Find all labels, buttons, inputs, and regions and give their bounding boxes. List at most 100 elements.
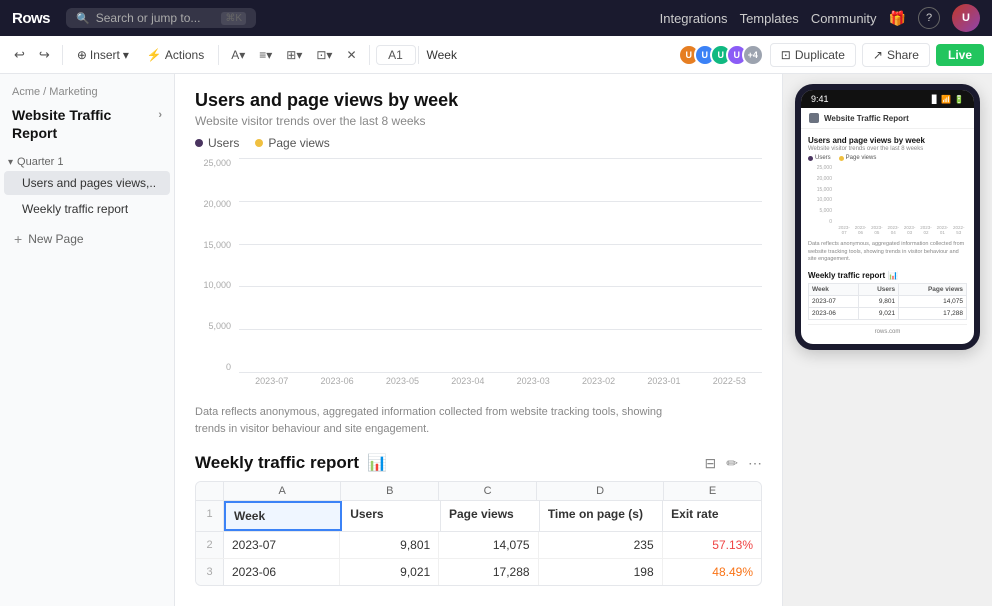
x-label-6: 2023-01 xyxy=(631,376,696,398)
col-c-header[interactable]: C xyxy=(439,482,537,500)
share-label: Share xyxy=(887,48,919,62)
phone-td-users-1: 9,801 xyxy=(858,296,898,308)
nav-link-community[interactable]: Community xyxy=(811,11,877,26)
phone-th-pv: Page views xyxy=(899,284,967,296)
phone-legend-pv-label: Page views xyxy=(846,155,877,161)
cell-3-d[interactable]: 198 xyxy=(539,559,663,585)
y-label-4: 5,000 xyxy=(208,321,231,331)
cell-ref-display: A1 xyxy=(376,45,416,65)
actions-icon: ⚡ xyxy=(147,48,162,62)
phone-table: Week Users Page views 2023-07 9,801 14,0… xyxy=(808,283,967,320)
x-label-3: 2023-04 xyxy=(435,376,500,398)
insert-button[interactable]: ⊕ Insert ▾ xyxy=(69,44,137,66)
phone-chart: 25,000 20,000 15,000 10,000 5,000 0 xyxy=(808,165,967,237)
main-layout: Acme / Marketing Website Traffic Report … xyxy=(0,74,992,606)
table-section: Weekly traffic report 📊 ⊟ ✏ ⋯ A B C D E xyxy=(195,453,762,586)
edit-icon[interactable]: ✏ xyxy=(726,455,738,472)
phone-status-bar: 9:41 ▊ 📶 🔋 xyxy=(801,90,974,108)
gift-icon[interactable]: 🎁 xyxy=(889,10,906,27)
cell-2-e[interactable]: 57.13% xyxy=(663,532,761,558)
undo-button[interactable]: ↩ xyxy=(8,43,31,67)
toolbar-separator-3 xyxy=(369,45,370,65)
chart-title: Users and page views by week xyxy=(195,90,762,111)
phone-legend-users-dot xyxy=(808,156,813,161)
redo-button[interactable]: ↪ xyxy=(33,43,56,67)
col-a-header[interactable]: A xyxy=(224,482,341,500)
page-title-chevron[interactable]: › xyxy=(158,108,162,122)
legend-pageviews-dot xyxy=(255,139,263,147)
legend-pageviews-label: Page views xyxy=(268,136,329,150)
cell-3-e[interactable]: 48.49% xyxy=(663,559,761,585)
phone-legend-pv-dot xyxy=(839,156,844,161)
legend-users: Users xyxy=(195,136,239,150)
phone-legend-pv: Page views xyxy=(839,155,877,161)
cell-1-d[interactable]: Time on page (s) xyxy=(540,501,663,531)
data-row-3: 3 2023-06 9,021 17,288 198 48.49% xyxy=(196,559,761,585)
col-d-header[interactable]: D xyxy=(537,482,664,500)
sidebar-section[interactable]: ▾ Quarter 1 xyxy=(0,152,174,170)
actions-button[interactable]: ⚡ Actions xyxy=(139,44,212,66)
col-b-header[interactable]: B xyxy=(341,482,439,500)
help-icon[interactable]: ? xyxy=(918,7,940,29)
cell-3-b[interactable]: 9,021 xyxy=(340,559,439,585)
cell-1-b[interactable]: Users xyxy=(342,501,441,531)
add-page-label: New Page xyxy=(28,232,83,246)
user-avatar[interactable]: U xyxy=(952,4,980,32)
cell-2-c[interactable]: 14,075 xyxy=(439,532,538,558)
phone-x-axis: 2023-07 2023-06 2023-05 2023-04 2023-03 … xyxy=(836,225,967,237)
x-label-7: 2022-53 xyxy=(697,376,762,398)
phone-chart-title: Users and page views by week xyxy=(808,136,967,145)
more-icon[interactable]: ⋯ xyxy=(748,455,762,472)
phone-chart-subtitle: Website visitor trends over the last 8 w… xyxy=(808,146,967,152)
phone-weekly-emoji: 📊 xyxy=(888,271,898,280)
legend-users-dot xyxy=(195,139,203,147)
phone-td-users-2: 9,021 xyxy=(858,308,898,320)
duplicate-label: Duplicate xyxy=(795,48,845,62)
battery-icon: 🔋 xyxy=(954,95,964,104)
toolbar-separator-2 xyxy=(218,45,219,65)
section-label: Quarter 1 xyxy=(17,156,63,168)
cell-1-a[interactable]: Week xyxy=(224,501,342,531)
row-num-1: 1 xyxy=(196,501,224,531)
filter-icon[interactable]: ⊟ xyxy=(705,455,717,472)
cell-1-e[interactable]: Exit rate xyxy=(663,501,761,531)
cell-3-c[interactable]: 17,288 xyxy=(439,559,538,585)
clear-button[interactable]: ✕ xyxy=(340,44,362,66)
nav-link-templates[interactable]: Templates xyxy=(740,11,799,26)
share-button[interactable]: ↗ Share xyxy=(862,43,930,67)
add-page-button[interactable]: + New Page xyxy=(4,226,170,252)
cell-2-d[interactable]: 235 xyxy=(539,532,663,558)
search-bar[interactable]: 🔍 Search or jump to... ⌘K xyxy=(66,8,256,28)
embed-button[interactable]: ⊞▾ xyxy=(280,44,308,66)
cell-2-b[interactable]: 9,801 xyxy=(340,532,439,558)
live-button[interactable]: Live xyxy=(936,44,984,66)
format-button[interactable]: A▾ xyxy=(225,44,251,66)
col-e-header[interactable]: E xyxy=(664,482,761,500)
y-label-0: 25,000 xyxy=(203,158,231,168)
chart-section: Users and page views by week Website vis… xyxy=(195,90,762,437)
duplicate-icon: ⊡ xyxy=(781,48,791,62)
share-icon: ↗ xyxy=(873,48,883,62)
phone-app-titlebar: Website Traffic Report xyxy=(801,108,974,129)
cell-2-a[interactable]: 2023-07 xyxy=(224,532,340,558)
spreadsheet: A B C D E 1 Week Users Page views Time o… xyxy=(195,481,762,586)
x-label-4: 2023-03 xyxy=(501,376,566,398)
view-button[interactable]: ⊡▾ xyxy=(310,44,338,66)
x-label-2: 2023-05 xyxy=(370,376,435,398)
sidebar-item-weekly-traffic[interactable]: Weekly traffic report xyxy=(4,197,170,221)
search-icon: 🔍 xyxy=(76,12,90,25)
sidebar-item-users-pages[interactable]: Users and pages views,.. xyxy=(4,171,170,195)
phone-app-title: Website Traffic Report xyxy=(824,114,909,123)
cell-1-c[interactable]: Page views xyxy=(441,501,540,531)
duplicate-button[interactable]: ⊡ Duplicate xyxy=(770,43,856,67)
table-emoji: 📊 xyxy=(367,453,387,473)
nav-link-integrations[interactable]: Integrations xyxy=(660,11,728,26)
cell-3-a[interactable]: 2023-06 xyxy=(224,559,340,585)
x-label-5: 2023-02 xyxy=(566,376,631,398)
phone-td-pv-2: 17,288 xyxy=(899,308,967,320)
signal-icon: ▊ xyxy=(932,95,938,104)
phone-th-users: Users xyxy=(858,284,898,296)
align-button[interactable]: ≡▾ xyxy=(253,44,278,66)
table-section-header: Weekly traffic report 📊 ⊟ ✏ ⋯ xyxy=(195,453,762,473)
search-placeholder: Search or jump to... xyxy=(96,11,216,25)
